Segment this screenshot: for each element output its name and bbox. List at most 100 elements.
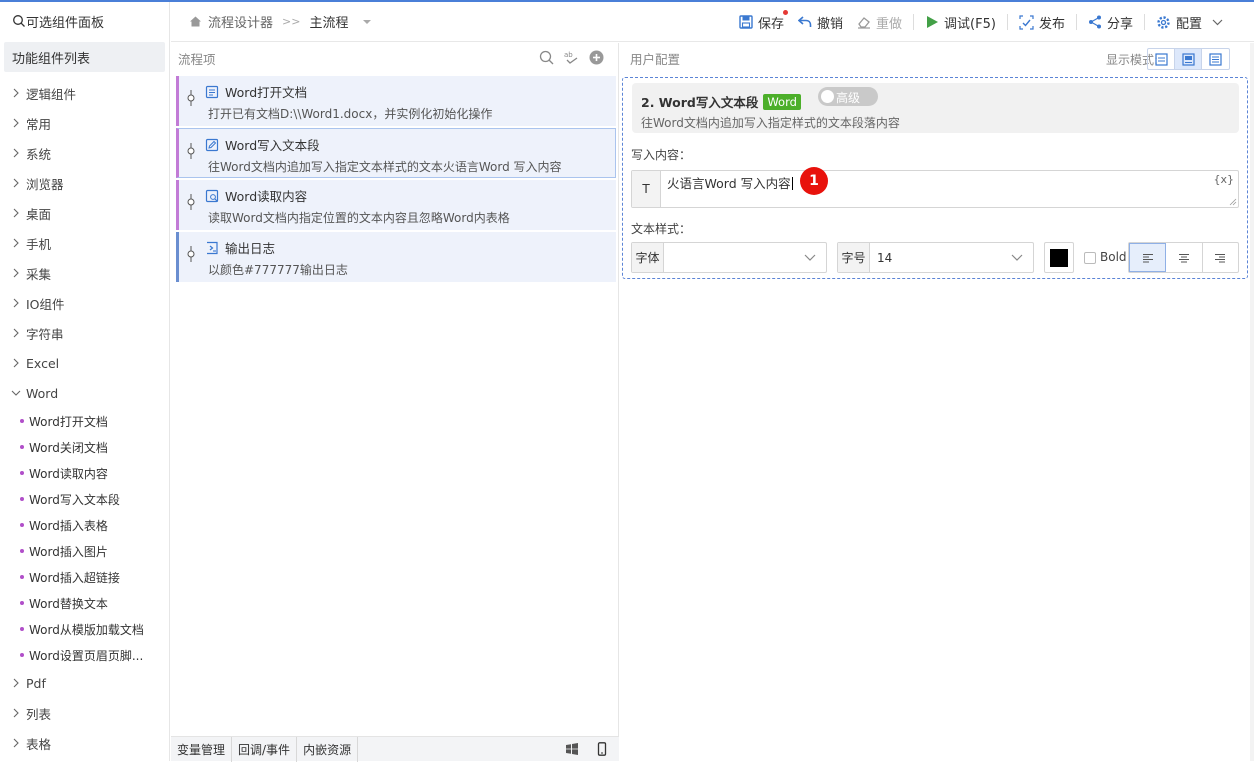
search-icon[interactable] [539,50,554,65]
undo-label: 撤销 [817,16,844,32]
component-item[interactable]: Word写入文本段 [0,486,169,512]
flow-item-selected[interactable]: Word写入文本段 往Word文档内追加写入指定文本样式的文本火语言Word 写… [176,128,616,178]
bold-checkbox[interactable] [1084,252,1096,264]
category-item[interactable]: 系统 [0,138,169,168]
align-left-button[interactable] [1129,243,1167,272]
text-color-picker[interactable] [1044,242,1074,273]
mobile-icon[interactable] [595,742,609,756]
component-item[interactable]: Word插入超链接 [0,564,169,590]
category-item[interactable]: Excel [0,348,169,378]
text-type-prefix[interactable]: T [632,171,661,207]
toolbar-actions: 保存 撤销 重做 调试(F5) 发布 分享 配置 [732,2,1254,42]
gear-icon [1157,15,1170,29]
log-icon [205,241,219,255]
bullet-dot [20,575,24,579]
publish-icon [1019,14,1034,30]
variable-insert-button[interactable]: {x} [1213,173,1234,186]
content-value[interactable]: 火语言Word 写入内容 [667,173,793,192]
category-item[interactable]: 表格 [0,728,169,758]
undo-button[interactable]: 撤销 [791,13,850,32]
scrollbar[interactable] [1250,43,1254,761]
bullet-dot [20,549,24,553]
mode-normal-button[interactable] [1175,49,1202,69]
add-circle-icon[interactable] [589,50,604,65]
tab-resources[interactable]: 内嵌资源 [297,736,359,762]
flow-panel-header: 流程项 ab [171,43,618,73]
component-item[interactable]: Word关闭文档 [0,434,169,460]
category-item[interactable]: 常用 [0,108,169,138]
home-icon[interactable] [189,15,202,28]
component-panel: 可选组件面板 功能组件列表 逻辑组件 常用 系统 浏览器 桌面 手机 采集 IO… [0,2,170,761]
advanced-toggle[interactable]: 高级 [818,87,878,106]
flow-item-desc: 以颜色#777777输出日志 [208,263,348,277]
category-label: Pdf [26,675,46,691]
category-label: IO组件 [26,296,65,312]
mode-compact-button[interactable] [1148,49,1175,69]
debug-button[interactable]: 调试(F5) [918,13,1003,32]
chevron-right-icon [10,207,22,219]
component-search[interactable]: 可选组件面板 [0,2,169,40]
resize-grip-icon[interactable] [1229,198,1237,206]
caret-down-icon[interactable] [362,17,372,27]
component-label: Word设置页眉页脚... [29,648,144,663]
chevron-down-icon [1212,19,1223,25]
flow-item[interactable]: 输出日志 以颜色#777777输出日志 [176,232,616,282]
category-item[interactable]: 手机 [0,228,169,258]
save-label: 保存 [758,16,785,32]
toggle-knob [821,90,834,103]
share-button[interactable]: 分享 [1081,13,1140,32]
category-item[interactable]: 逻辑组件 [0,78,169,108]
component-info-card: 2. Word写入文本段 Word 高级 往Word文档内追加写入指定样式的文本… [632,83,1239,133]
component-item[interactable]: Word插入表格 [0,512,169,538]
spellcheck-icon[interactable]: ab [564,50,579,65]
component-item[interactable]: Word从模版加载文档 [0,616,169,642]
play-icon [927,16,939,28]
toolbar-divider [913,14,915,30]
tab-function-list-label: 功能组件列表 [12,51,91,67]
category-item[interactable]: 采集 [0,258,169,288]
bullet-dot [20,445,24,449]
align-center-button[interactable] [1166,243,1203,272]
flow-item-title: Word写入文本段 [205,135,320,154]
category-item[interactable]: 字符串 [0,318,169,348]
redo-label: 重做 [876,16,903,32]
unsaved-dot [783,9,789,15]
tab-function-list[interactable]: 功能组件列表 [4,42,165,72]
breadcrumb-current[interactable]: 主流程 [309,12,348,31]
config-button[interactable]: 配置 [1149,13,1254,32]
component-item[interactable]: Word插入图片 [0,538,169,564]
flow-item[interactable]: Word读取内容 读取Word文档内指定位置的文本内容且忽略Word内表格 [176,180,616,230]
category-item[interactable]: 列表 [0,698,169,728]
content-textarea[interactable]: T 火语言Word 写入内容 {x} [631,170,1239,208]
tab-variables[interactable]: 变量管理 [171,736,233,762]
tab-callbacks[interactable]: 回调/事件 [232,736,298,762]
config-panel-title: 用户配置 [630,51,681,67]
flow-header-icons: ab [539,50,604,65]
redo-button[interactable]: 重做 [850,13,909,32]
category-item[interactable]: IO组件 [0,288,169,318]
flow-item-title: Word读取内容 [205,186,307,205]
component-item[interactable]: Word打开文档 [0,408,169,434]
component-label: Word读取内容 [29,466,108,481]
component-item[interactable]: Word替换文本 [0,590,169,616]
flow-item[interactable]: Word打开文档 打开已有文档D:\\Word1.docx，并实例化初始化操作 [176,76,616,126]
category-item[interactable]: 桌面 [0,198,169,228]
category-item[interactable]: Pdf [0,668,169,698]
category-item-word[interactable]: Word [0,378,169,408]
mode-full-button[interactable] [1202,49,1229,69]
publish-button[interactable]: 发布 [1012,13,1072,32]
breadcrumb-root[interactable]: 流程设计器 [208,12,273,31]
font-size-value: 14 [877,250,893,265]
save-button[interactable]: 保存 [732,9,791,32]
component-item[interactable]: Word读取内容 [0,460,169,486]
flow-item-label: Word写入文本段 [225,138,320,153]
category-item[interactable]: 浏览器 [0,168,169,198]
bullet-dot [20,497,24,501]
align-right-icon [1215,253,1226,262]
publish-label: 发布 [1038,16,1065,32]
font-size-select[interactable]: 字号 14 [837,242,1034,273]
windows-icon[interactable] [565,742,579,756]
font-select[interactable]: 字体 [631,242,827,273]
component-item[interactable]: Word设置页眉页脚... [0,642,169,668]
align-right-button[interactable] [1203,243,1238,272]
